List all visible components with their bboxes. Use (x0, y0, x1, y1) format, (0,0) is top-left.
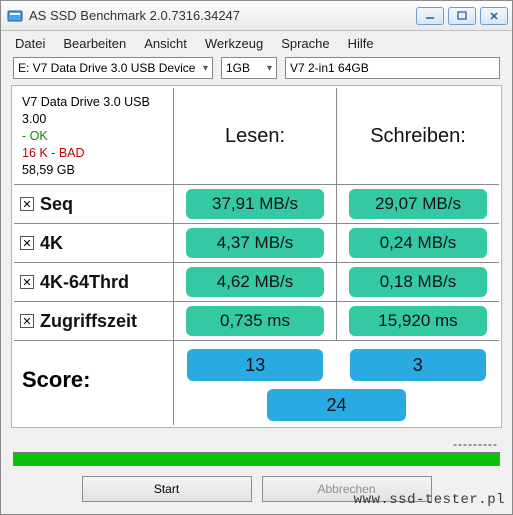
header-write: Schreiben: (337, 88, 499, 184)
header-row: V7 Data Drive 3.0 USB 3.00 - OK 16 K - B… (14, 88, 499, 185)
test-label: Seq (40, 194, 73, 215)
checkmark-icon: ✕ (22, 315, 31, 328)
checkbox-4k[interactable]: ✕ (20, 236, 34, 250)
checkbox-seq[interactable]: ✕ (20, 197, 34, 211)
menu-help[interactable]: Hilfe (348, 36, 374, 51)
row-access: ✕ Zugriffszeit 0,735 ms 15,920 ms (14, 302, 499, 341)
watermark: www.ssd-tester.pl (354, 492, 505, 508)
row-seq: ✕ Seq 37,91 MB/s 29,07 MB/s (14, 185, 499, 224)
checkbox-access[interactable]: ✕ (20, 314, 34, 328)
score-label: Score: (14, 341, 174, 425)
menu-file[interactable]: Datei (15, 36, 45, 51)
window-buttons (416, 7, 508, 25)
size-select[interactable]: 1GB ▾ (221, 57, 277, 79)
row-4k64: ✕ 4K-64Thrd 4,62 MB/s 0,18 MB/s (14, 263, 499, 302)
menu-tools[interactable]: Werkzeug (205, 36, 263, 51)
device-name-value: V7 2-in1 64GB (290, 61, 369, 75)
app-window: AS SSD Benchmark 2.0.7316.34247 Datei Be… (0, 0, 513, 515)
minimize-button[interactable] (416, 7, 444, 25)
toolbar: E: V7 Data Drive 3.0 USB Device ▾ 1GB ▾ … (1, 55, 512, 85)
status-line: --------- (1, 436, 512, 452)
score-read: 13 (187, 349, 323, 381)
progress-bar (13, 452, 500, 466)
results-panel: V7 Data Drive 3.0 USB 3.00 - OK 16 K - B… (11, 85, 502, 428)
drive-select[interactable]: E: V7 Data Drive 3.0 USB Device ▾ (13, 57, 213, 79)
chevron-down-icon: ▾ (267, 63, 272, 74)
app-icon (7, 8, 23, 24)
minimize-icon (425, 11, 435, 21)
device-model: V7 Data Drive 3.0 USB (22, 94, 150, 111)
test-label: 4K (40, 233, 63, 254)
4k64-write-value: 0,18 MB/s (349, 267, 487, 297)
start-button[interactable]: Start (82, 476, 252, 502)
device-info: V7 Data Drive 3.0 USB 3.00 - OK 16 K - B… (14, 88, 174, 184)
seq-write-value: 29,07 MB/s (349, 189, 487, 219)
write-label: Schreiben: (370, 125, 466, 148)
read-label: Lesen: (225, 125, 285, 148)
checkmark-icon: ✕ (22, 276, 31, 289)
score-area: 13 3 24 (174, 341, 499, 425)
device-name-input[interactable]: V7 2-in1 64GB (285, 57, 500, 79)
test-label: 4K-64Thrd (40, 272, 129, 293)
4k-read-value: 4,37 MB/s (186, 228, 324, 258)
checkbox-4k64[interactable]: ✕ (20, 275, 34, 289)
score-write: 3 (350, 349, 486, 381)
menu-edit[interactable]: Bearbeiten (63, 36, 126, 51)
size-select-value: 1GB (226, 61, 250, 75)
access-write-value: 15,920 ms (349, 306, 487, 336)
window-title: AS SSD Benchmark 2.0.7316.34247 (29, 8, 416, 23)
chevron-down-icon: ▾ (203, 63, 208, 74)
menu-language[interactable]: Sprache (281, 36, 329, 51)
label-access: ✕ Zugriffszeit (14, 302, 174, 340)
device-version: 3.00 (22, 111, 150, 128)
label-4k: ✕ 4K (14, 224, 174, 262)
test-label: Zugriffszeit (40, 311, 137, 332)
titlebar[interactable]: AS SSD Benchmark 2.0.7316.34247 (1, 1, 512, 31)
drive-select-value: E: V7 Data Drive 3.0 USB Device (18, 61, 195, 75)
device-capacity: 58,59 GB (22, 162, 150, 179)
row-score: Score: 13 3 24 (14, 341, 499, 425)
4k-write-value: 0,24 MB/s (349, 228, 487, 258)
close-button[interactable] (480, 7, 508, 25)
score-total: 24 (267, 389, 406, 421)
header-read: Lesen: (174, 88, 337, 184)
maximize-icon (457, 11, 467, 21)
close-icon (489, 11, 499, 21)
4k64-read-value: 4,62 MB/s (186, 267, 324, 297)
label-4k64: ✕ 4K-64Thrd (14, 263, 174, 301)
access-read-value: 0,735 ms (186, 306, 324, 336)
maximize-button[interactable] (448, 7, 476, 25)
menu-view[interactable]: Ansicht (144, 36, 187, 51)
checkmark-icon: ✕ (22, 237, 31, 250)
label-seq: ✕ Seq (14, 185, 174, 223)
seq-read-value: 37,91 MB/s (186, 189, 324, 219)
status-ok: - OK (22, 128, 150, 145)
menubar: Datei Bearbeiten Ansicht Werkzeug Sprach… (1, 31, 512, 55)
status-bad: 16 K - BAD (22, 145, 150, 162)
row-4k: ✕ 4K 4,37 MB/s 0,24 MB/s (14, 224, 499, 263)
checkmark-icon: ✕ (22, 198, 31, 211)
